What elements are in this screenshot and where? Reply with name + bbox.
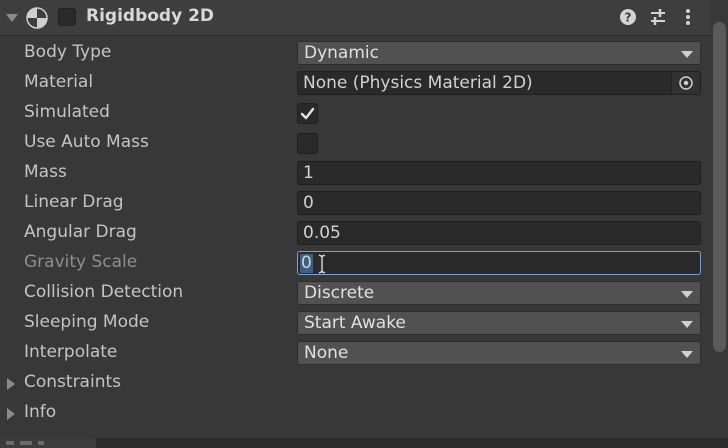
angular-drag-field[interactable]: 0.05: [297, 221, 701, 245]
simulated-checkbox[interactable]: [297, 103, 318, 124]
angular-drag-value: 0.05: [303, 223, 341, 243]
collapse-arrow-icon[interactable]: [6, 14, 18, 22]
chevron-down-icon: [681, 291, 693, 298]
help-icon[interactable]: ?: [619, 8, 637, 26]
component-header[interactable]: Rigidbody 2D ?: [0, 0, 728, 36]
component-title: Rigidbody 2D: [86, 6, 215, 26]
use-auto-mass-row: Use Auto Mass: [0, 128, 728, 158]
angular-drag-row: Angular Drag 0.05: [0, 218, 728, 248]
interpolate-value: None: [304, 343, 349, 363]
checkmark-icon: [300, 107, 315, 120]
body-type-row: Body Type Dynamic: [0, 38, 728, 68]
gravity-scale-label: Gravity Scale: [24, 252, 138, 272]
collision-detection-row: Collision Detection Discrete: [0, 278, 728, 308]
gravity-scale-row: Gravity Scale 0: [0, 248, 728, 278]
linear-drag-value: 0: [303, 193, 314, 213]
bottom-tab-bar: [0, 438, 728, 448]
interpolate-row: Interpolate None: [0, 338, 728, 368]
svg-text:?: ?: [625, 11, 632, 25]
simulated-label: Simulated: [24, 102, 110, 122]
constraints-foldout[interactable]: Constraints: [0, 368, 728, 398]
mass-row: Mass 1: [0, 158, 728, 188]
sleeping-mode-dropdown[interactable]: Start Awake: [297, 311, 701, 335]
mass-value: 1: [303, 163, 314, 183]
interpolate-label: Interpolate: [24, 342, 118, 362]
chevron-right-icon: [7, 378, 15, 390]
collision-detection-dropdown[interactable]: Discrete: [297, 281, 701, 305]
rigidbody-2d-icon: [26, 7, 48, 29]
chevron-down-icon: [681, 351, 693, 358]
mass-field[interactable]: 1: [297, 161, 701, 185]
body-type-value: Dynamic: [304, 43, 379, 63]
body-type-dropdown[interactable]: Dynamic: [297, 41, 701, 65]
preset-icon[interactable]: [649, 8, 667, 26]
vertical-scrollbar[interactable]: [711, 0, 728, 438]
angular-drag-label: Angular Drag: [24, 222, 137, 242]
collision-detection-label: Collision Detection: [24, 282, 184, 302]
simulated-row: Simulated: [0, 98, 728, 128]
interpolate-dropdown[interactable]: None: [297, 341, 701, 365]
sleeping-mode-value: Start Awake: [304, 313, 406, 333]
scrollbar-thumb[interactable]: [713, 22, 726, 352]
chevron-down-icon: [681, 51, 693, 58]
sleeping-mode-label: Sleeping Mode: [24, 312, 150, 332]
tab-label-cropped: [6, 441, 66, 445]
material-object-field[interactable]: None (Physics Material 2D): [297, 71, 701, 95]
material-label: Material: [24, 72, 94, 92]
linear-drag-label: Linear Drag: [24, 192, 124, 212]
object-picker-icon: [679, 76, 693, 90]
sleeping-mode-row: Sleeping Mode Start Awake: [0, 308, 728, 338]
gravity-scale-value: 0: [301, 253, 312, 273]
use-auto-mass-label: Use Auto Mass: [24, 132, 149, 152]
linear-drag-field[interactable]: 0: [297, 191, 701, 215]
chevron-right-icon: [7, 408, 15, 420]
object-picker-button[interactable]: [671, 72, 700, 94]
body-type-label: Body Type: [24, 42, 112, 62]
linear-drag-row: Linear Drag 0: [0, 188, 728, 218]
info-label: Info: [24, 402, 57, 422]
material-row: Material None (Physics Material 2D): [0, 68, 728, 98]
gravity-scale-field[interactable]: 0: [297, 251, 701, 275]
mass-label: Mass: [24, 162, 67, 182]
constraints-label: Constraints: [24, 372, 121, 392]
component-enabled-checkbox[interactable]: [58, 8, 76, 26]
info-foldout[interactable]: Info: [0, 398, 728, 428]
text-cursor-icon: [318, 254, 326, 274]
use-auto-mass-checkbox[interactable]: [297, 133, 318, 154]
more-options-icon[interactable]: [679, 8, 697, 26]
material-value: None (Physics Material 2D): [303, 73, 533, 93]
bottom-tab[interactable]: [0, 438, 96, 448]
collision-detection-value: Discrete: [304, 283, 375, 303]
chevron-down-icon: [681, 321, 693, 328]
